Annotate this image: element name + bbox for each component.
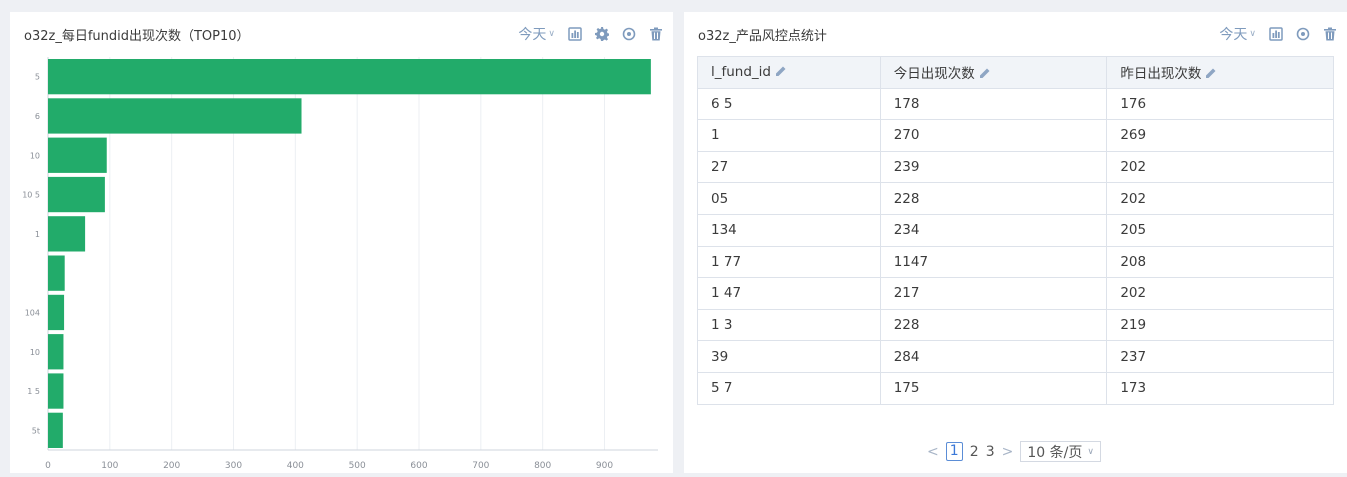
table-row[interactable]: 1 47 217 202 bbox=[697, 277, 1334, 310]
bar bbox=[48, 412, 63, 448]
bar bbox=[48, 216, 86, 252]
bar bbox=[48, 255, 65, 291]
x-tick-label: 300 bbox=[225, 461, 242, 471]
cell-yesterday-count: 202 bbox=[1106, 182, 1334, 215]
x-tick-label: 500 bbox=[349, 461, 366, 471]
bar bbox=[48, 98, 302, 134]
x-tick-label: 600 bbox=[410, 461, 427, 471]
x-tick-label: 400 bbox=[287, 461, 304, 471]
cell-today-count: 270 bbox=[879, 119, 1108, 152]
page-3-button[interactable]: 3 bbox=[986, 444, 995, 460]
cell-today-count: 217 bbox=[879, 277, 1108, 310]
prev-page-button[interactable]: < bbox=[927, 444, 939, 460]
cell-today-count: 239 bbox=[879, 150, 1108, 184]
cell-today-count: 178 bbox=[879, 87, 1108, 121]
cell-yesterday-count: 208 bbox=[1106, 245, 1334, 279]
cell-yesterday-count: 173 bbox=[1106, 371, 1334, 405]
bar bbox=[48, 294, 65, 331]
bar bbox=[48, 334, 64, 370]
x-tick-label: 100 bbox=[101, 461, 118, 471]
table-row[interactable]: 134 234 205 bbox=[697, 213, 1334, 247]
x-tick-label: 800 bbox=[534, 461, 551, 471]
x-tick-label: 900 bbox=[596, 461, 613, 471]
table-row[interactable]: 1 3 228 219 bbox=[697, 308, 1334, 342]
risk-stat-panel: o32z_产品风控点统计 今天 ∨ l_fund_id 今日出现次数 昨日出现次… bbox=[684, 12, 1347, 473]
table-row[interactable]: 39 284 237 bbox=[697, 340, 1334, 373]
x-tick-label: 0 bbox=[45, 461, 51, 471]
y-tick-label: 5 bbox=[35, 73, 40, 82]
cell-fund-id: 05 bbox=[697, 182, 881, 215]
table-row[interactable]: 05 228 202 bbox=[697, 182, 1334, 215]
risk-stat-table: l_fund_id 今日出现次数 昨日出现次数 6 5 178 176 1 270 269… bbox=[697, 56, 1334, 405]
cell-today-count: 234 bbox=[879, 213, 1108, 247]
column-header-fund-id[interactable]: l_fund_id bbox=[697, 56, 881, 89]
cell-today-count: 228 bbox=[879, 182, 1108, 215]
y-tick-label: 104 bbox=[25, 308, 40, 317]
bar-chart-icon[interactable] bbox=[1269, 27, 1283, 41]
page-size-select[interactable]: 10 条/页 ∨ bbox=[1020, 441, 1101, 462]
pagination: < 1 2 3 > 10 条/页 ∨ bbox=[927, 441, 1101, 462]
bar bbox=[48, 59, 651, 95]
cell-today-count: 175 bbox=[879, 371, 1108, 405]
date-range-label: 今天 bbox=[1219, 27, 1248, 43]
cell-fund-id: 1 77 bbox=[697, 245, 881, 279]
y-tick-label: 1 bbox=[35, 230, 40, 239]
y-tick-label: 5t bbox=[32, 426, 40, 435]
pencil-icon[interactable] bbox=[1205, 67, 1216, 79]
table-panel-toolbar: 今天 ∨ bbox=[1219, 25, 1337, 43]
chevron-down-icon: ∨ bbox=[1087, 446, 1094, 457]
table-row[interactable]: 5 7 175 173 bbox=[697, 371, 1334, 405]
pencil-icon[interactable] bbox=[979, 67, 990, 79]
cell-today-count: 284 bbox=[879, 340, 1108, 373]
table-body: 6 5 178 176 1 270 269 27 239 202 05 228 202 134 234 20… bbox=[697, 87, 1334, 405]
table-row[interactable]: 1 270 269 bbox=[697, 119, 1334, 152]
cell-fund-id: 134 bbox=[697, 213, 881, 247]
cell-fund-id: 39 bbox=[697, 340, 881, 373]
cell-yesterday-count: 237 bbox=[1106, 340, 1334, 373]
bar-chart: 0 100 200 300 400 500 600 700 800 900 5 6 10 10 5 1 104… bbox=[22, 57, 658, 471]
bar bbox=[48, 373, 64, 409]
column-header-today-count[interactable]: 今日出现次数 bbox=[879, 56, 1108, 89]
fundid-top10-panel: o32z_每日fundid出现次数（TOP10） 今天 ∨ 0 100 200 300… bbox=[10, 12, 673, 473]
target-icon[interactable] bbox=[1296, 27, 1310, 41]
cell-fund-id: 6 5 bbox=[697, 87, 881, 121]
trash-icon[interactable] bbox=[1323, 27, 1337, 41]
table-row[interactable]: 6 5 178 176 bbox=[697, 87, 1334, 121]
cell-fund-id: 27 bbox=[697, 150, 881, 184]
table-panel-title: o32z_产品风控点统计 bbox=[698, 29, 827, 44]
cell-today-count: 1147 bbox=[879, 245, 1108, 279]
cell-fund-id: 1 47 bbox=[697, 277, 881, 310]
cell-yesterday-count: 269 bbox=[1106, 119, 1334, 152]
cell-yesterday-count: 176 bbox=[1106, 87, 1334, 121]
cell-fund-id: 1 3 bbox=[697, 308, 881, 342]
x-tick-label: 200 bbox=[163, 461, 180, 471]
y-tick-label: 1 5 bbox=[27, 387, 40, 396]
page-2-button[interactable]: 2 bbox=[970, 444, 979, 460]
y-tick-label: 10 5 bbox=[22, 191, 40, 200]
bar bbox=[48, 176, 105, 213]
cell-yesterday-count: 202 bbox=[1106, 150, 1334, 184]
cell-yesterday-count: 202 bbox=[1106, 277, 1334, 310]
cell-yesterday-count: 219 bbox=[1106, 308, 1334, 342]
page-1-button[interactable]: 1 bbox=[945, 442, 963, 461]
column-header-yesterday-count[interactable]: 昨日出现次数 bbox=[1106, 56, 1334, 89]
cell-fund-id: 1 bbox=[697, 119, 881, 152]
x-tick-label: 700 bbox=[472, 461, 489, 471]
table-row[interactable]: 1 77 1147 208 bbox=[697, 245, 1334, 279]
y-tick-label: 6 bbox=[35, 112, 40, 121]
page-size-label: 10 条/页 bbox=[1027, 444, 1083, 461]
cell-today-count: 228 bbox=[879, 308, 1108, 342]
cell-yesterday-count: 205 bbox=[1106, 213, 1334, 247]
bar bbox=[48, 137, 107, 173]
date-range-select[interactable]: 今天 ∨ bbox=[1219, 24, 1256, 44]
cell-fund-id: 5 7 bbox=[697, 371, 881, 405]
y-tick-label: 10 bbox=[30, 151, 40, 160]
next-page-button[interactable]: > bbox=[1002, 444, 1014, 460]
chevron-down-icon: ∨ bbox=[1249, 29, 1256, 39]
table-row[interactable]: 27 239 202 bbox=[697, 150, 1334, 184]
y-tick-label: 10 bbox=[30, 348, 40, 357]
table-header-row: l_fund_id 今日出现次数 昨日出现次数 bbox=[697, 56, 1334, 89]
pencil-icon[interactable] bbox=[775, 65, 786, 77]
